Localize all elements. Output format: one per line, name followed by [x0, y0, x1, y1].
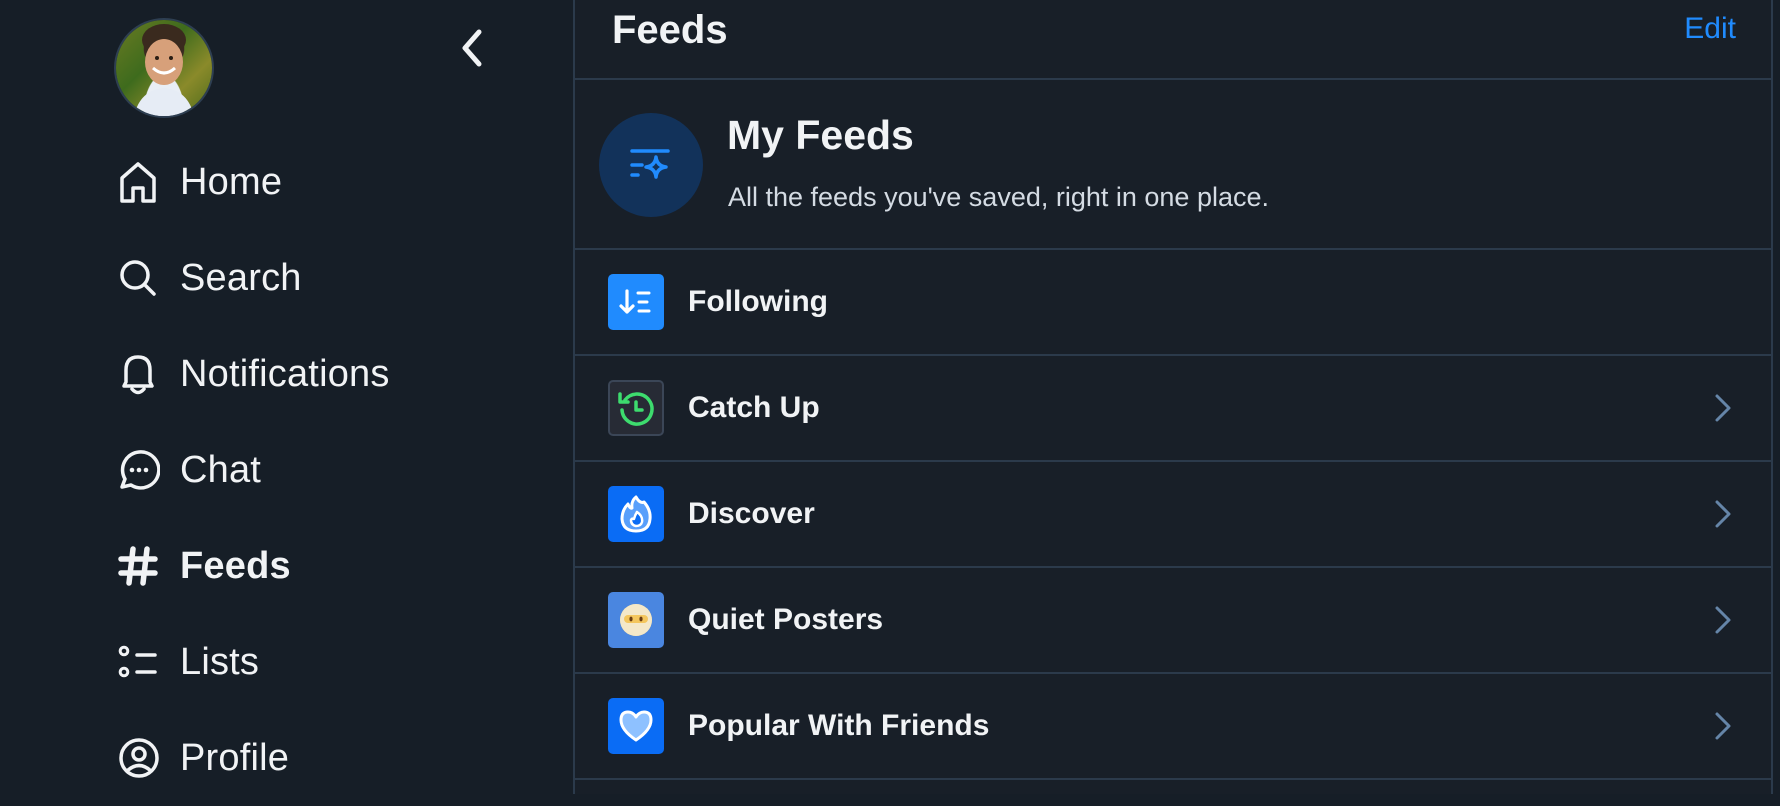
sidebar-item-profile[interactable]: Profile — [118, 710, 390, 806]
avatar[interactable] — [116, 20, 212, 116]
my-feeds-title: My Feeds — [727, 112, 914, 158]
sidebar-item-chat[interactable]: Chat — [118, 422, 390, 518]
page-title: Feeds — [612, 8, 728, 52]
feed-item-popular-with-friends[interactable]: Popular With Friends — [575, 674, 1771, 780]
user-circle-icon — [118, 736, 162, 780]
sort-down-icon — [608, 274, 664, 330]
foggy-face-emoji-icon — [608, 592, 664, 648]
chevron-right-icon — [1715, 712, 1731, 740]
avatar-image — [134, 24, 194, 116]
feeds-panel: Feeds Edit My Feeds All the feeds you've… — [573, 0, 1773, 794]
sidebar-item-label: Notifications — [180, 352, 390, 395]
feed-item-label: Catch Up — [688, 391, 820, 424]
list-icon — [118, 640, 162, 684]
feed-item-following[interactable]: Following — [575, 250, 1771, 356]
bell-icon — [118, 352, 162, 396]
flame-icon — [608, 486, 664, 542]
search-icon — [118, 256, 162, 300]
back-button[interactable] — [452, 24, 492, 72]
sidebar-item-label: Lists — [180, 640, 260, 683]
feed-item-discover[interactable]: Discover — [575, 462, 1771, 568]
chevron-right-icon — [1715, 500, 1731, 528]
sidebar-item-search[interactable]: Search — [118, 230, 390, 326]
clock-rewind-icon — [608, 380, 664, 436]
feed-item-label: Popular With Friends — [688, 709, 990, 742]
my-feeds-section: My Feeds All the feeds you've saved, rig… — [575, 80, 1771, 250]
sidebar-item-label: Search — [180, 256, 302, 299]
sidebar-item-label: Home — [180, 160, 283, 203]
sidebar: Home Search Notifications Chat Feeds Lis… — [0, 0, 573, 794]
feed-item-label: Discover — [688, 497, 815, 530]
chevron-right-icon — [1715, 606, 1731, 634]
feed-item-label: Quiet Posters — [688, 603, 884, 636]
chevron-left-icon — [462, 29, 482, 67]
sidebar-item-label: Feeds — [180, 544, 291, 587]
sidebar-nav: Home Search Notifications Chat Feeds Lis… — [118, 134, 390, 806]
chevron-right-icon — [1715, 394, 1731, 422]
sidebar-item-lists[interactable]: Lists — [118, 614, 390, 710]
chat-bubble-icon — [118, 448, 162, 492]
page-header: Feeds Edit — [575, 0, 1771, 80]
hashtag-icon — [118, 544, 162, 588]
sidebar-item-label: Profile — [180, 736, 290, 779]
feed-item-label: Following — [688, 285, 828, 318]
home-icon — [118, 160, 162, 204]
heart-icon — [608, 698, 664, 754]
my-feeds-subtitle: All the feeds you've saved, right in one… — [728, 182, 1269, 212]
sidebar-item-notifications[interactable]: Notifications — [118, 326, 390, 422]
edit-button[interactable]: Edit — [1684, 12, 1736, 46]
sidebar-item-label: Chat — [180, 448, 262, 491]
feed-sparkle-icon — [599, 113, 703, 217]
sidebar-item-feeds[interactable]: Feeds — [118, 518, 390, 614]
feed-item-quiet-posters[interactable]: Quiet Posters — [575, 568, 1771, 674]
sidebar-item-home[interactable]: Home — [118, 134, 390, 230]
feed-item-catch-up[interactable]: Catch Up — [575, 356, 1771, 462]
